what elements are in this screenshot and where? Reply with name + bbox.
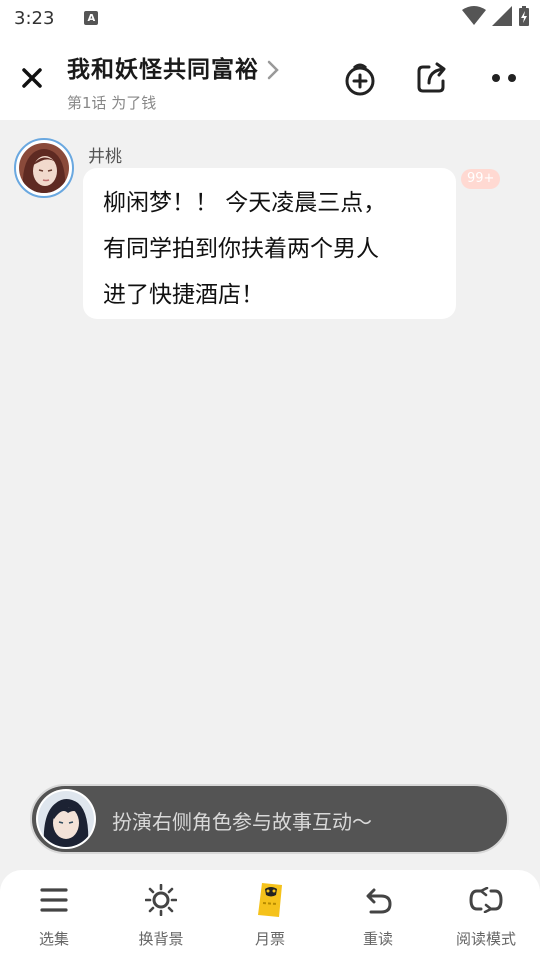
nav-monthly-ticket[interactable]: 月票: [220, 882, 320, 952]
character-portrait: [38, 791, 94, 847]
sun-icon: [145, 884, 177, 916]
nav-label: 选集: [38, 930, 69, 948]
notification-a-icon: A: [84, 11, 99, 25]
story-title[interactable]: 我和妖怪共同富裕: [67, 50, 259, 84]
chevron-right-icon: [267, 60, 279, 80]
wifi-icon: [462, 6, 486, 25]
chapter-header: 我和妖怪共同富裕 第1话 为了钱: [0, 36, 540, 120]
sender-name: 井桃: [88, 147, 122, 167]
nav-label: 换背景: [138, 930, 184, 948]
message-line: 进了快捷酒店！: [103, 282, 264, 308]
title-block[interactable]: 我和妖怪共同富裕 第1话 为了钱: [67, 50, 279, 113]
share-icon: [417, 62, 446, 93]
close-icon: [22, 68, 42, 88]
message-bubble[interactable]: 柳闲梦！！ 今天凌晨三点， 有同学拍到你扶着两个男人 进了快捷酒店！: [83, 168, 456, 319]
bag-plus-icon: [345, 63, 375, 96]
player-avatar[interactable]: [36, 789, 96, 849]
more-dots-icon: [492, 74, 516, 82]
message-line: 柳闲梦！！ 今天凌晨三点，: [103, 190, 387, 216]
status-icons: [462, 6, 530, 26]
roleplay-placeholder[interactable]: 扮演右侧角色参与故事互动～: [112, 806, 372, 835]
close-button[interactable]: [14, 60, 50, 96]
battery-icon: [519, 6, 529, 26]
nav-label: 重读: [362, 930, 393, 948]
character-portrait: [19, 143, 69, 193]
ticket-icon: [258, 883, 282, 917]
roleplay-input-bar[interactable]: 扮演右侧角色参与故事互动～: [30, 784, 509, 854]
status-time: 3:23: [14, 7, 55, 29]
signal-icon: [492, 6, 512, 26]
nav-reading-mode[interactable]: 阅读模式: [436, 882, 536, 952]
add-favorite-button[interactable]: [338, 56, 382, 100]
menu-icon: [40, 888, 68, 912]
nav-label: 月票: [254, 930, 285, 948]
loop-icon: [469, 887, 503, 913]
nav-reread[interactable]: 重读: [328, 882, 428, 952]
undo-icon: [366, 888, 392, 914]
nav-label: 阅读模式: [455, 930, 516, 948]
nav-select-chapter[interactable]: 选集: [4, 882, 104, 952]
sender-avatar[interactable]: [14, 138, 74, 198]
chapter-subtitle: 第1话 为了钱: [67, 94, 157, 112]
nav-change-background[interactable]: 换背景: [111, 882, 211, 952]
share-button[interactable]: [410, 56, 454, 100]
status-bar: 3:23 A: [0, 0, 540, 36]
more-button[interactable]: [482, 56, 526, 100]
bottom-nav: 选集 换背景 月票 重读 阅读模式: [0, 870, 540, 960]
comment-count-badge[interactable]: 99+: [461, 169, 501, 189]
message-line: 有同学拍到你扶着两个男人: [103, 236, 379, 262]
